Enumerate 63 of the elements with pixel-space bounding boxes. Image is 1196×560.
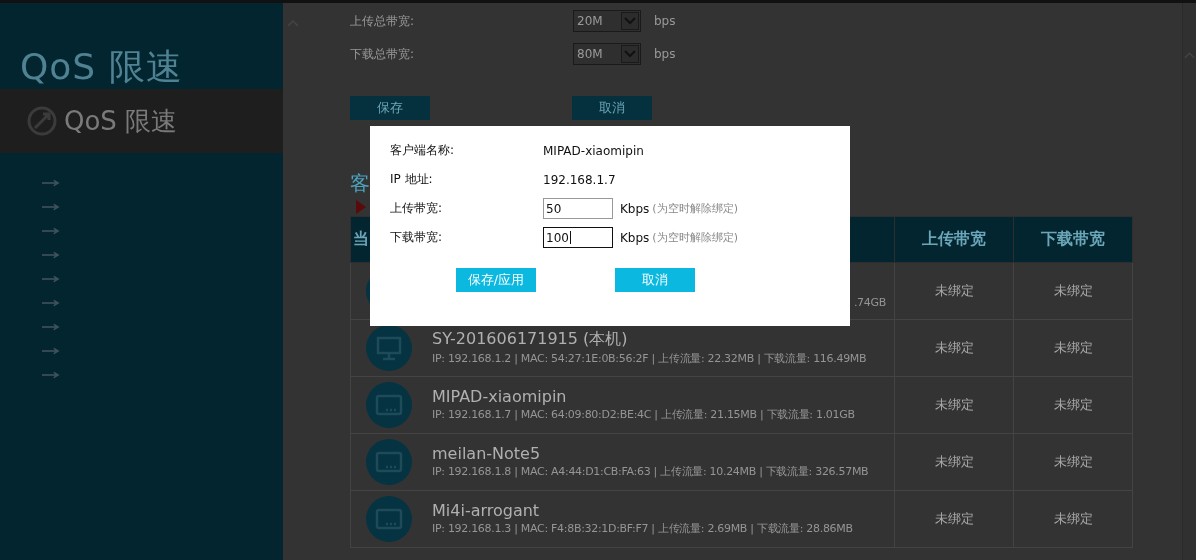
device-name: SY-201606171915 (本机) xyxy=(432,329,629,350)
device-name: meilan-Note5 xyxy=(432,444,542,463)
arrow-icon xyxy=(42,275,60,283)
table-cell: 未绑定 xyxy=(894,433,1014,491)
arrow-icon xyxy=(42,323,60,331)
input-field[interactable]: 100 xyxy=(543,227,613,248)
page-button[interactable]: 取消 xyxy=(572,96,652,120)
input-field[interactable]: 50 xyxy=(543,198,613,219)
device-details: .74GB xyxy=(852,294,886,311)
hint-text: (为空时解除绑定) xyxy=(652,201,738,216)
table-cell: 未绑定 xyxy=(894,490,1014,548)
arrow-icon xyxy=(42,347,60,355)
arrow-icon xyxy=(42,179,60,187)
device-details: IP: 192.168.1.3 | MAC: F4:8B:32:1D:BF:F7 | 上传流量: 2.69MB | 下载流量: 28.86MB xyxy=(432,521,854,537)
hint-text: (为空时解除绑定) xyxy=(652,230,738,245)
section-title: 客 xyxy=(350,170,370,196)
caret-icon xyxy=(621,45,639,63)
gauge-icon xyxy=(26,105,58,137)
monitor-icon xyxy=(366,325,412,371)
table-cell: 未绑定 xyxy=(1013,433,1133,491)
sidebar-active-item[interactable]: QoS 限速 xyxy=(0,89,283,153)
field-label: 下载总带宽: xyxy=(350,45,416,63)
table-cell: 未绑定 xyxy=(894,319,1014,377)
device-details: IP: 192.168.1.7 | MAC: 64:09:80:D2:BE:4C | 上传流量: 21.15MB | 下载流量: 1.01GB xyxy=(432,407,856,423)
bandwidth-dropdown[interactable]: 20M xyxy=(573,10,641,32)
bandwidth-dropdown[interactable]: 80M xyxy=(573,43,641,65)
caret-icon xyxy=(621,12,639,30)
tablet-icon xyxy=(366,382,412,428)
arrow-icon xyxy=(42,227,60,235)
column-header: 上传带宽 xyxy=(894,216,1014,263)
field-value: MIPAD-xiaomipin xyxy=(543,143,644,158)
device-name: MIPAD-xiaomipin xyxy=(432,387,568,406)
field-label: 下载带宽: xyxy=(390,229,444,246)
unit-label: bps xyxy=(654,14,676,28)
tablet-icon xyxy=(366,439,412,485)
table-cell: 未绑定 xyxy=(894,376,1014,434)
tablet-icon xyxy=(366,496,412,542)
chevron-up-icon[interactable] xyxy=(1184,51,1195,59)
unit-label: bps xyxy=(654,47,676,61)
field-value: 192.168.1.7 xyxy=(543,172,616,187)
device-name: Mi4i-arrogant xyxy=(432,501,541,520)
scrollbar[interactable] xyxy=(1182,3,1196,560)
sidebar-title: QoS 限速 xyxy=(19,45,184,88)
table-cell: 未绑定 xyxy=(1013,490,1133,548)
arrow-icon xyxy=(42,251,60,259)
table-cell: 未绑定 xyxy=(1013,376,1133,434)
arrow-icon xyxy=(42,371,60,379)
unit-label: Kbps xyxy=(620,201,650,216)
table-cell: 未绑定 xyxy=(894,262,1014,320)
device-details: IP: 192.168.1.2 | MAC: 54:27:1E:0B:56:2F | 上传流量: 22.32MB | 下载流量: 116.49MB xyxy=(432,351,868,367)
field-label: 上传总带宽: xyxy=(350,12,416,30)
table-cell: 未绑定 xyxy=(1013,319,1133,377)
triangle-icon xyxy=(356,200,366,214)
device-details: IP: 192.168.1.8 | MAC: A4:44:D1:CB:FA:63 | 上传流量: 10.24MB | 下载流量: 326.57MB xyxy=(432,464,870,480)
unit-label: Kbps xyxy=(620,230,650,245)
table-cell: 未绑定 xyxy=(1013,262,1133,320)
field-label: 上传带宽: xyxy=(390,200,444,217)
arrow-icon xyxy=(42,203,60,211)
arrow-icon xyxy=(42,299,60,307)
column-header: 下载带宽 xyxy=(1013,216,1133,263)
field-label: IP 地址: xyxy=(390,171,434,188)
page-button[interactable]: 保存 xyxy=(350,96,430,120)
field-label: 客户端名称: xyxy=(390,142,456,159)
